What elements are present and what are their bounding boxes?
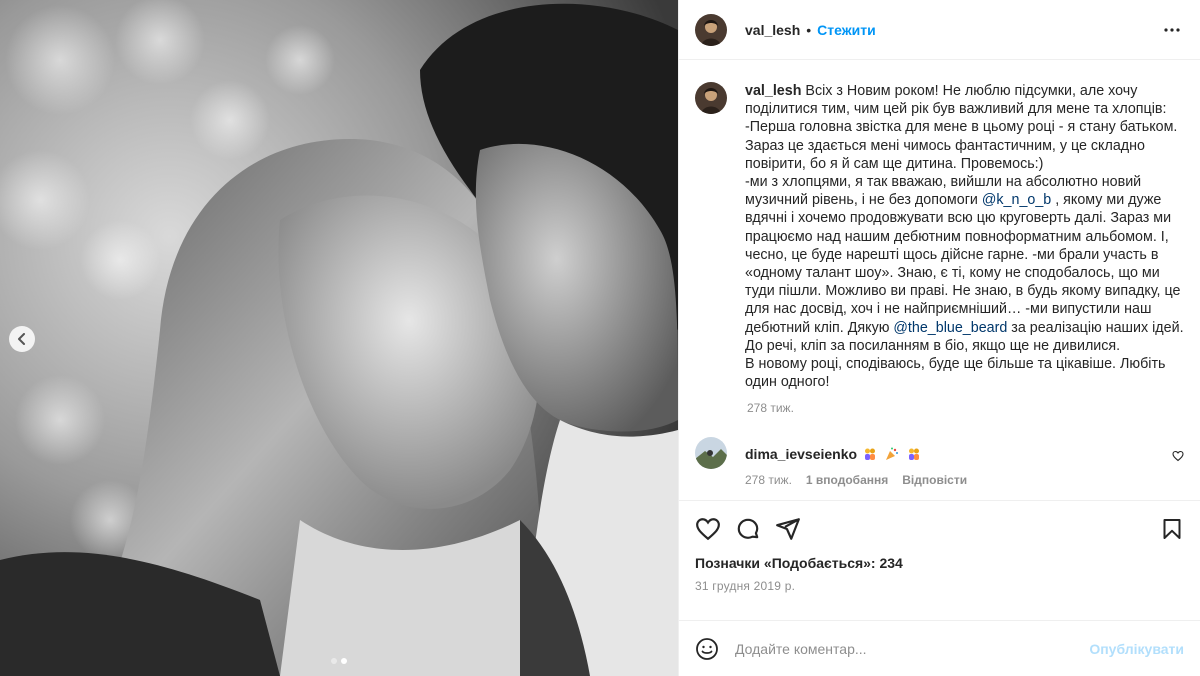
mention-link[interactable]: @the_blue_beard	[893, 320, 1007, 336]
carousel-dot	[331, 658, 337, 664]
bookmark-icon	[1163, 519, 1181, 539]
add-comment-bar: Опублікувати	[679, 620, 1200, 676]
comment-meta: 278 тиж. 1 вподобання Відповісти	[745, 471, 967, 489]
carousel-prev-button[interactable]	[9, 326, 35, 352]
post-media	[0, 0, 678, 676]
comment-item: dima_ievseienko 278 тиж. 1 вподобання Ві…	[695, 437, 1184, 489]
save-button[interactable]	[1160, 517, 1184, 541]
heart-icon	[1172, 451, 1184, 462]
avatar[interactable]	[695, 437, 727, 470]
publish-button[interactable]: Опублікувати	[1089, 641, 1184, 657]
comment-body: dima_ievseienko 278 тиж. 1 вподобання Ві…	[745, 437, 967, 489]
separator-dot: •	[806, 21, 812, 38]
avatar-image	[695, 437, 727, 470]
people-hugging-emoji	[907, 447, 921, 461]
smiley-icon	[696, 637, 718, 660]
comment-button[interactable]	[735, 516, 761, 542]
post-modal: val_lesh • Стежити val_lesh Всіх з Новим…	[0, 0, 1200, 676]
comment-bubble-icon	[737, 518, 759, 539]
action-icons	[695, 513, 1184, 545]
chevron-left-icon	[18, 333, 25, 345]
avatar[interactable]	[695, 82, 727, 114]
caption-text: val_lesh Всіх з Новим роком! Не люблю пі…	[745, 82, 1184, 391]
paper-plane-icon	[776, 518, 800, 540]
post-author-username[interactable]: val_lesh	[745, 22, 800, 38]
more-options-button[interactable]	[1160, 18, 1184, 42]
caption-part: Всіх з Новим роком! Не люблю підсумки, а…	[745, 83, 1178, 209]
post-actions: Позначки «Подобається»: 234 31 грудня 20…	[679, 500, 1200, 593]
heart-icon	[696, 518, 720, 541]
post-caption: val_lesh Всіх з Новим роком! Не люблю пі…	[695, 82, 1184, 391]
comments-section: val_lesh Всіх з Новим роком! Не люблю пі…	[679, 60, 1200, 500]
carousel-dot-active	[341, 658, 347, 664]
comment-likes-count[interactable]: 1 вподобання	[806, 471, 888, 489]
likes-count[interactable]: Позначки «Подобається»: 234	[695, 555, 1184, 571]
post-sidebar: val_lesh • Стежити val_lesh Всіх з Новим…	[678, 0, 1200, 676]
comment-input[interactable]	[735, 640, 1090, 657]
caption-timestamp[interactable]: 278 тиж.	[747, 401, 1184, 415]
comment-timestamp[interactable]: 278 тиж.	[745, 471, 792, 489]
avatar-image	[695, 82, 727, 114]
like-button[interactable]	[695, 516, 721, 542]
follow-button[interactable]: Стежити	[817, 22, 876, 38]
more-horizontal-icon	[1164, 27, 1180, 32]
avatar[interactable]	[695, 13, 727, 46]
people-hugging-emoji	[863, 447, 877, 461]
avatar-image	[695, 13, 727, 46]
mention-link[interactable]: @k_n_o_b	[982, 192, 1051, 208]
comment-username[interactable]: dima_ievseienko	[745, 446, 857, 462]
post-date[interactable]: 31 грудня 2019 р.	[695, 579, 1184, 593]
emoji-button[interactable]	[695, 637, 719, 661]
comment-reply-button[interactable]: Відповісти	[902, 471, 967, 489]
post-photo	[0, 0, 678, 676]
comment-like-button[interactable]	[1172, 449, 1184, 465]
caption-part: , якому ми дуже вдячні і хочемо продовжу…	[745, 192, 1185, 336]
caption-username[interactable]: val_lesh	[745, 83, 801, 99]
post-header: val_lesh • Стежити	[679, 0, 1200, 60]
carousel-dots	[0, 658, 678, 664]
share-button[interactable]	[775, 516, 801, 542]
party-popper-emoji	[885, 447, 899, 461]
